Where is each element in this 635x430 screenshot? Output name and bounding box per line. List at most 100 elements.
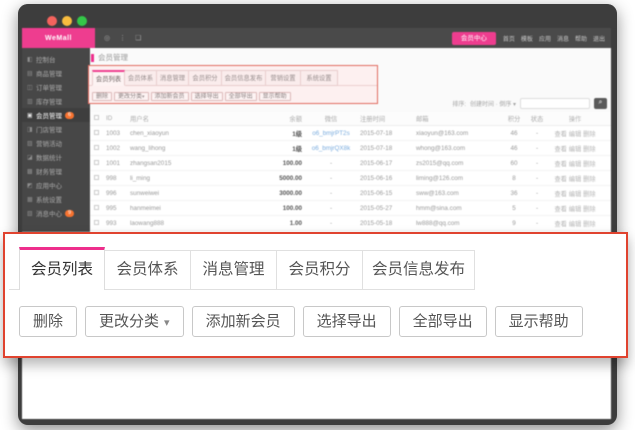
toolbar-button[interactable]: 更改分类▾ <box>114 92 149 101</box>
cell-action-links[interactable]: 查看 编辑 删除 <box>547 129 603 138</box>
cell-wechat: - <box>302 190 360 197</box>
cell-wechat-link[interactable]: o6_bmjrQX8k <box>302 145 360 152</box>
sidebar-item[interactable]: ▣ 会员管理 6 <box>22 108 90 122</box>
cell-username[interactable]: li_ming <box>130 175 250 182</box>
callout-toolbar-button[interactable]: 更改分类▾ <box>85 306 184 337</box>
cell-action-links[interactable]: 查看 编辑 删除 <box>547 204 603 213</box>
header-link[interactable]: 首页 <box>503 34 515 43</box>
menu-dots-icon[interactable]: ⋮ <box>119 34 126 42</box>
header-link[interactable]: 帮助 <box>575 34 587 43</box>
toolbar-button-label: 删除 <box>96 94 108 100</box>
cell-username[interactable]: laowang888 <box>130 220 250 227</box>
toolbar-button[interactable]: 显示帮助 <box>259 92 291 101</box>
cell-action-links[interactable]: 查看 编辑 删除 <box>547 219 603 228</box>
sidebar-item[interactable]: ▩ 财务管理 <box>22 164 90 178</box>
cell-balance: 1.00 <box>250 220 302 227</box>
cell-register-date: 2015-07-18 <box>360 130 416 137</box>
cell-action-links[interactable]: 查看 编辑 删除 <box>547 189 603 198</box>
sidebar-item[interactable]: ◫ 订单管理 <box>22 80 90 94</box>
sidebar-item[interactable]: ▨ 营销活动 <box>22 136 90 150</box>
col-points: 积分 <box>501 114 527 123</box>
callout-tab[interactable]: 会员信息发布 <box>363 250 475 290</box>
row-checkbox[interactable] <box>94 205 99 210</box>
select-all-checkbox[interactable] <box>94 115 99 120</box>
cell-username[interactable]: zhangsan2015 <box>130 160 250 167</box>
module-tab[interactable]: 系统设置 <box>301 70 338 86</box>
user-icon[interactable]: ◎ <box>104 34 110 42</box>
cell-register-date: 2015-05-18 <box>360 220 416 227</box>
module-tab[interactable]: 会员列表 <box>92 70 125 86</box>
sidebar-item[interactable]: ▤ 商品管理 <box>22 66 90 80</box>
module-tabs: 会员列表 会员体系 消息管理 会员积分 会员信息发布 营销设置 <box>89 70 377 86</box>
callout-toolbar-button[interactable]: 选择导出 <box>303 306 391 337</box>
zoom-window-button[interactable] <box>77 16 87 26</box>
cell-action-links[interactable]: 查看 编辑 删除 <box>547 159 603 168</box>
highlighted-region: 会员列表 会员体系 消息管理 会员积分 会员信息发布 营销设置 <box>88 65 378 104</box>
table-row: 996 sunweiwei 3000.00 - 2015-06-15 sww@1… <box>90 186 611 201</box>
module-tab[interactable]: 消息管理 <box>157 70 189 86</box>
row-checkbox[interactable] <box>94 220 99 225</box>
module-tab[interactable]: 营销设置 <box>266 70 301 86</box>
dropdown-caret-icon: ▾ <box>142 94 145 100</box>
callout-toolbar-button[interactable]: 全部导出 <box>399 306 487 337</box>
callout-toolbar-button[interactable]: 显示帮助 <box>495 306 583 337</box>
row-checkbox[interactable] <box>94 190 99 195</box>
col-actions: 操作 <box>547 114 603 123</box>
minimize-window-button[interactable] <box>62 16 72 26</box>
callout-toolbar-button[interactable]: 添加新会员 <box>192 306 295 337</box>
sidebar-item[interactable]: ◨ 门店管理 <box>22 122 90 136</box>
cell-status: - <box>527 190 547 197</box>
header-link[interactable]: 应用 <box>539 34 551 43</box>
cell-email: whong@163.com <box>416 145 501 152</box>
header-link[interactable]: 模板 <box>521 34 533 43</box>
sidebar-item[interactable]: ▧ 消息中心 9 <box>22 206 90 220</box>
callout-toolbar-button[interactable]: 删除 <box>19 306 77 337</box>
toolbar-button[interactable]: 选择导出 <box>191 92 223 101</box>
page-title-text: 会员管理 <box>98 52 128 63</box>
member-center-button[interactable]: 会员中心 <box>452 32 496 45</box>
toolbar-button[interactable]: 添加新会员 <box>151 92 189 101</box>
close-window-button[interactable] <box>47 16 57 26</box>
callout-tab[interactable]: 会员列表 <box>19 247 105 290</box>
toolbar-button-label: 更改分类 <box>118 94 142 100</box>
admin-app: WeMall ◎ ⋮ ❏ 会员中心 首页模板应用消息帮助退出 ◧ <box>22 28 611 419</box>
toolbar-button[interactable]: 全部导出 <box>225 92 257 101</box>
sidebar-item-label: 数据统计 <box>36 152 62 162</box>
cell-action-links[interactable]: 查看 编辑 删除 <box>547 174 603 183</box>
cell-username[interactable]: hanmeimei <box>130 205 250 212</box>
sidebar-item[interactable]: ◧ 控制台 <box>22 52 90 66</box>
module-tab[interactable]: 会员体系 <box>125 70 157 86</box>
sidebar-item-icon: ▨ <box>27 140 36 147</box>
cell-action-links[interactable]: 查看 编辑 删除 <box>547 144 603 153</box>
module-tab[interactable]: 会员积分 <box>189 70 222 86</box>
callout-tab[interactable]: 会员体系 <box>105 250 191 290</box>
sidebar-item[interactable]: ◩ 应用中心 <box>22 178 90 192</box>
search-input[interactable] <box>520 98 590 109</box>
header-link[interactable]: 退出 <box>593 34 605 43</box>
sidebar-item[interactable]: ▦ 系统设置 <box>22 192 90 206</box>
callout-tab[interactable]: 会员积分 <box>277 250 363 290</box>
row-checkbox[interactable] <box>94 145 99 150</box>
callout-tab[interactable]: 消息管理 <box>191 250 277 290</box>
cell-username[interactable]: sunweiwei <box>130 190 250 197</box>
notification-badge: 9 <box>65 210 74 217</box>
app-logo[interactable]: WeMall <box>22 28 95 48</box>
sidebar-item-icon: ▣ <box>27 112 36 119</box>
row-checkbox[interactable] <box>94 160 99 165</box>
module-tab[interactable]: 会员信息发布 <box>222 70 266 86</box>
search-button[interactable]: ⌕ <box>594 98 607 109</box>
bookmark-icon[interactable]: ❏ <box>135 34 141 42</box>
cell-balance: 3000.00 <box>250 190 302 197</box>
cell-username[interactable]: chen_xiaoyun <box>130 130 250 137</box>
sidebar-item[interactable]: ▥ 库存管理 <box>22 94 90 108</box>
sidebar-item-icon: ▦ <box>27 196 36 203</box>
header-link[interactable]: 消息 <box>557 34 569 43</box>
cell-wechat-link[interactable]: o6_bmjrPT2s <box>302 130 360 137</box>
sort-select[interactable]: 创建时间 · 倒序 ▾ <box>470 99 516 108</box>
cell-email: sww@163.com <box>416 190 501 197</box>
cell-username[interactable]: wang_lihong <box>130 145 250 152</box>
row-checkbox[interactable] <box>94 175 99 180</box>
row-checkbox[interactable] <box>94 130 99 135</box>
sidebar-item[interactable]: ◪ 数据统计 <box>22 150 90 164</box>
toolbar-button[interactable]: 删除 <box>92 92 112 101</box>
